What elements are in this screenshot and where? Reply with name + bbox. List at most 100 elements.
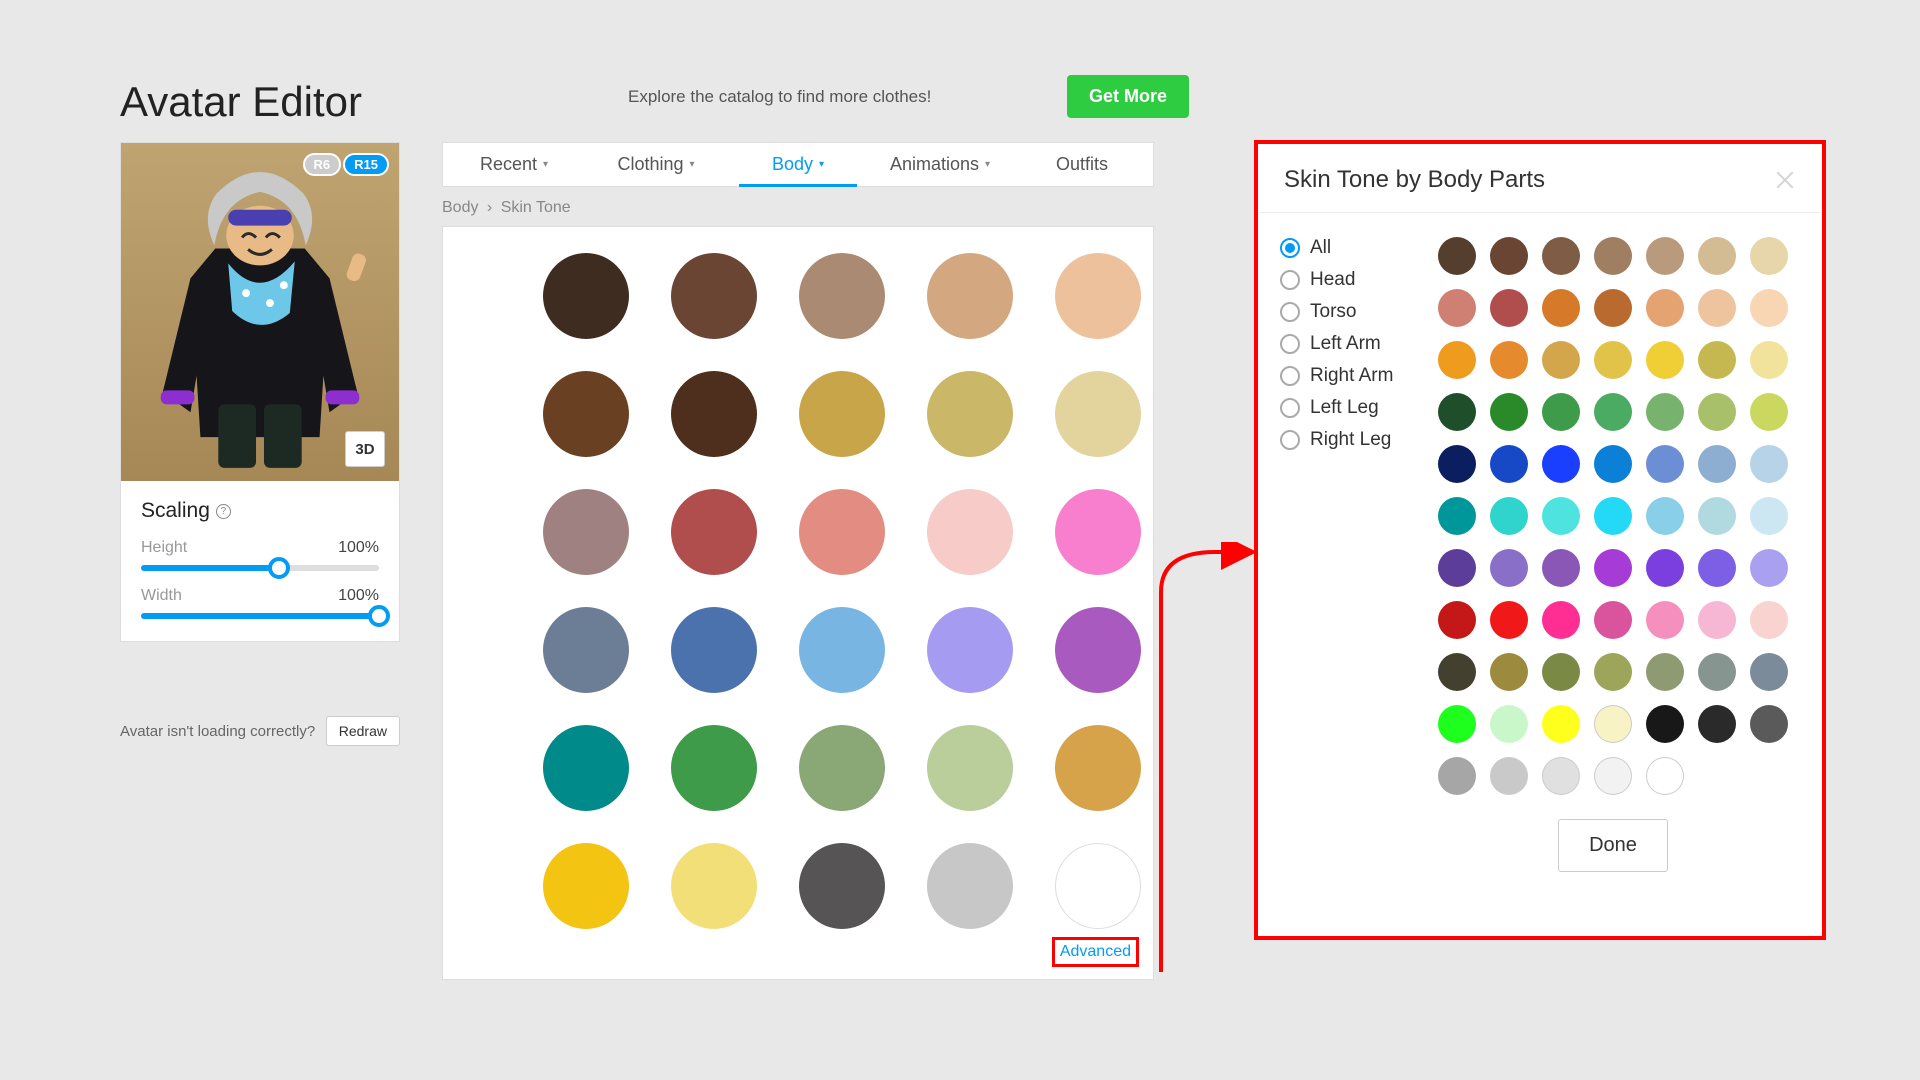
tab-clothing[interactable]: Clothing▾ [585,143,727,186]
body-part-color-swatch[interactable] [1594,497,1632,535]
skin-tone-swatch[interactable] [543,489,629,575]
body-part-color-swatch[interactable] [1646,393,1684,431]
body-part-color-swatch[interactable] [1542,341,1580,379]
body-part-radio-left-arm[interactable]: Left Arm [1280,333,1416,355]
body-part-color-swatch[interactable] [1490,497,1528,535]
skin-tone-swatch[interactable] [671,843,757,929]
height-slider[interactable] [141,565,379,571]
body-part-color-swatch[interactable] [1646,289,1684,327]
body-part-color-swatch[interactable] [1594,601,1632,639]
body-part-color-swatch[interactable] [1438,237,1476,275]
body-part-color-swatch[interactable] [1698,497,1736,535]
body-part-color-swatch[interactable] [1438,601,1476,639]
skin-tone-swatch[interactable] [671,253,757,339]
skin-tone-swatch[interactable] [927,371,1013,457]
body-part-color-swatch[interactable] [1490,549,1528,587]
body-part-color-swatch[interactable] [1594,549,1632,587]
height-slider-thumb[interactable] [268,557,290,579]
view-3d-button[interactable]: 3D [345,431,385,467]
body-part-radio-left-leg[interactable]: Left Leg [1280,397,1416,419]
body-part-color-swatch[interactable] [1594,757,1632,795]
body-part-color-swatch[interactable] [1594,289,1632,327]
body-part-color-swatch[interactable] [1438,705,1476,743]
breadcrumb-item[interactable]: Body [442,199,478,216]
body-part-color-swatch[interactable] [1542,653,1580,691]
rig-r6-button[interactable]: R6 [303,153,342,176]
body-part-color-swatch[interactable] [1438,289,1476,327]
body-part-color-swatch[interactable] [1542,601,1580,639]
body-part-color-swatch[interactable] [1698,705,1736,743]
body-part-color-swatch[interactable] [1698,601,1736,639]
body-part-color-swatch[interactable] [1438,757,1476,795]
body-part-color-swatch[interactable] [1698,549,1736,587]
body-part-color-swatch[interactable] [1594,445,1632,483]
body-part-color-swatch[interactable] [1490,653,1528,691]
done-button[interactable]: Done [1558,819,1668,872]
body-part-color-swatch[interactable] [1490,757,1528,795]
skin-tone-swatch[interactable] [1055,843,1141,929]
body-part-color-swatch[interactable] [1542,445,1580,483]
skin-tone-swatch[interactable] [927,725,1013,811]
width-slider[interactable] [141,613,379,619]
rig-r15-button[interactable]: R15 [343,153,389,176]
avatar-preview[interactable]: R6 R15 3D [121,143,399,481]
body-part-color-swatch[interactable] [1438,393,1476,431]
skin-tone-swatch[interactable] [927,253,1013,339]
body-part-color-swatch[interactable] [1698,289,1736,327]
body-part-color-swatch[interactable] [1594,237,1632,275]
width-slider-thumb[interactable] [368,605,390,627]
body-part-color-swatch[interactable] [1646,705,1684,743]
body-part-radio-all[interactable]: All [1280,237,1416,259]
advanced-link[interactable]: Advanced [1052,937,1139,967]
body-part-color-swatch[interactable] [1698,237,1736,275]
body-part-color-swatch[interactable] [1646,653,1684,691]
body-part-color-swatch[interactable] [1750,705,1788,743]
skin-tone-swatch[interactable] [671,725,757,811]
body-part-color-swatch[interactable] [1490,393,1528,431]
skin-tone-swatch[interactable] [671,489,757,575]
body-part-radio-right-leg[interactable]: Right Leg [1280,429,1416,451]
body-part-color-swatch[interactable] [1698,393,1736,431]
skin-tone-swatch[interactable] [927,843,1013,929]
skin-tone-swatch[interactable] [543,843,629,929]
tab-outfits[interactable]: Outfits [1011,143,1153,186]
body-part-color-swatch[interactable] [1750,341,1788,379]
body-part-color-swatch[interactable] [1542,393,1580,431]
body-part-color-swatch[interactable] [1646,497,1684,535]
skin-tone-swatch[interactable] [543,607,629,693]
skin-tone-swatch[interactable] [1055,607,1141,693]
body-part-color-swatch[interactable] [1490,289,1528,327]
skin-tone-swatch[interactable] [927,489,1013,575]
body-part-color-swatch[interactable] [1594,653,1632,691]
body-part-radio-torso[interactable]: Torso [1280,301,1416,323]
skin-tone-swatch[interactable] [799,843,885,929]
tab-animations[interactable]: Animations▾ [869,143,1011,186]
skin-tone-swatch[interactable] [671,371,757,457]
skin-tone-swatch[interactable] [543,253,629,339]
tab-recent[interactable]: Recent▾ [443,143,585,186]
help-icon[interactable]: ? [216,504,231,519]
body-part-color-swatch[interactable] [1750,237,1788,275]
body-part-radio-head[interactable]: Head [1280,269,1416,291]
skin-tone-swatch[interactable] [543,725,629,811]
body-part-color-swatch[interactable] [1646,445,1684,483]
skin-tone-swatch[interactable] [1055,725,1141,811]
body-part-color-swatch[interactable] [1542,497,1580,535]
skin-tone-swatch[interactable] [927,607,1013,693]
skin-tone-swatch[interactable] [1055,371,1141,457]
body-part-color-swatch[interactable] [1594,705,1632,743]
body-part-color-swatch[interactable] [1542,757,1580,795]
body-part-color-swatch[interactable] [1646,237,1684,275]
skin-tone-swatch[interactable] [1055,253,1141,339]
close-icon[interactable] [1774,169,1796,191]
skin-tone-swatch[interactable] [799,489,885,575]
body-part-color-swatch[interactable] [1646,757,1684,795]
body-part-color-swatch[interactable] [1490,341,1528,379]
body-part-color-swatch[interactable] [1490,445,1528,483]
body-part-color-swatch[interactable] [1594,393,1632,431]
body-part-color-swatch[interactable] [1750,497,1788,535]
skin-tone-swatch[interactable] [799,607,885,693]
body-part-color-swatch[interactable] [1750,393,1788,431]
body-part-color-swatch[interactable] [1542,289,1580,327]
tab-body[interactable]: Body▾ [727,143,869,186]
